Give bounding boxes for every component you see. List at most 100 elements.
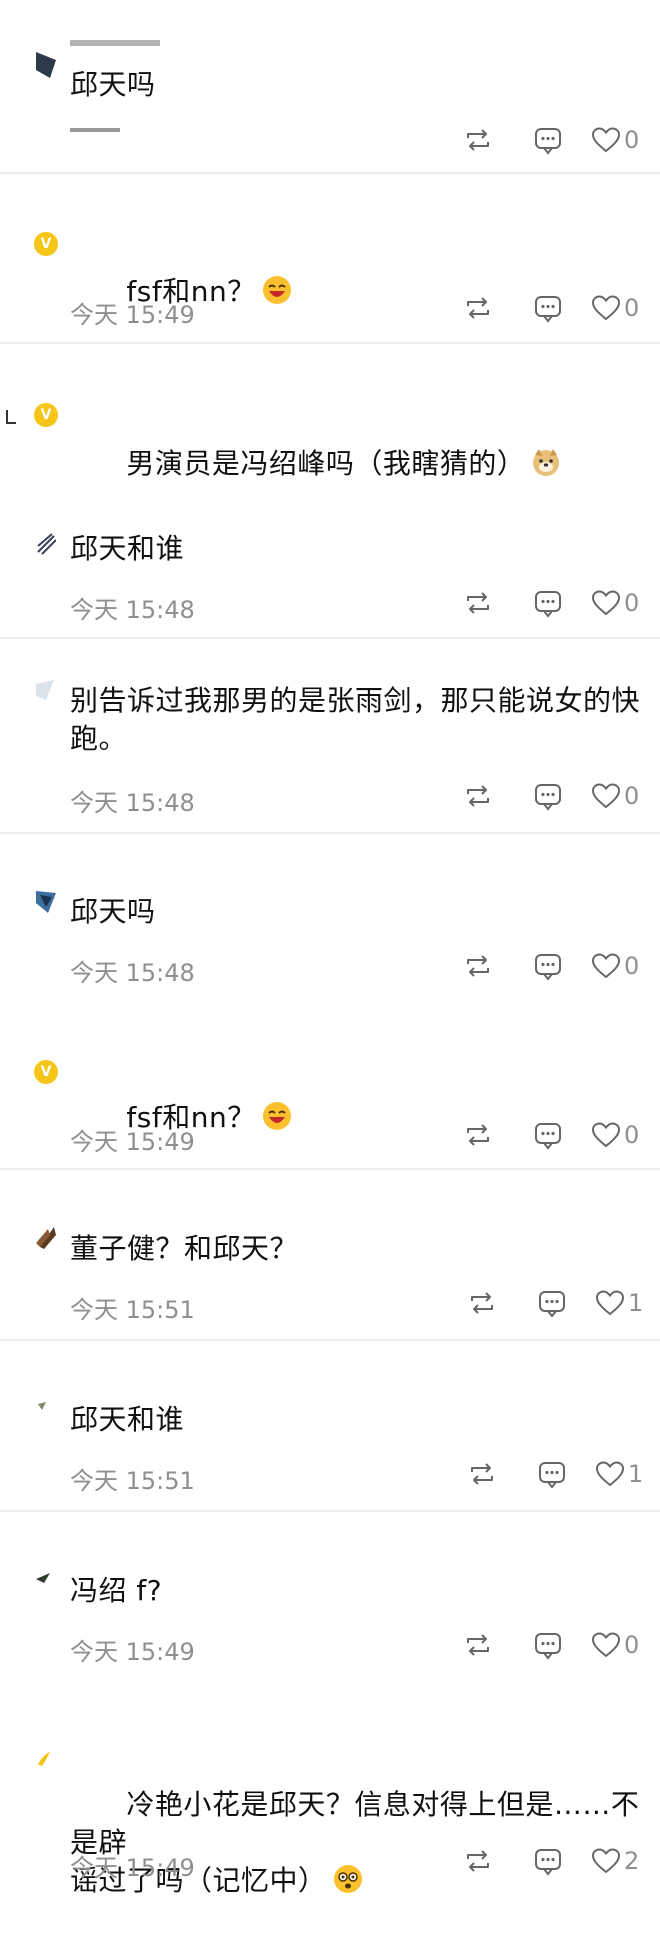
- comment-icon[interactable]: [532, 950, 564, 984]
- comment-item[interactable]: 冷艳小花是邱天？信息对得上但是……不是辟 谣过了吗（记忆中） 今天 15:49 …: [0, 1690, 660, 1897]
- comment-icon[interactable]: [532, 1845, 564, 1879]
- comment-icon[interactable]: [532, 124, 564, 158]
- comment-text: 邱天和谁: [70, 1403, 185, 1436]
- time-fragment: [70, 128, 120, 132]
- divider: [0, 342, 660, 344]
- timestamp: 今天 15:48: [70, 959, 195, 987]
- comment-text: 邱天和谁: [70, 532, 185, 565]
- comment-actions: 0: [462, 1629, 652, 1663]
- timestamp: 今天 15:49: [70, 301, 195, 329]
- repost-icon[interactable]: [466, 1458, 498, 1492]
- comment-item[interactable]: V fsf和nn？ 今天 15:49 0: [0, 1010, 660, 1170]
- avatar[interactable]: V: [34, 403, 58, 427]
- heart-icon[interactable]: [590, 1629, 622, 1663]
- heart-icon[interactable]: [590, 292, 622, 326]
- avatar[interactable]: [36, 1223, 56, 1249]
- comment-icon[interactable]: [532, 292, 564, 326]
- avatar[interactable]: [36, 680, 56, 706]
- avatar[interactable]: [36, 889, 56, 915]
- repost-icon[interactable]: [462, 1119, 494, 1153]
- heart-icon[interactable]: [590, 124, 622, 158]
- comment-item[interactable]: 邱天吗 0: [0, 0, 660, 170]
- repost-icon[interactable]: [462, 1629, 494, 1663]
- timestamp: 今天 15:48: [70, 789, 195, 817]
- heart-icon[interactable]: [590, 587, 622, 621]
- laugh-emoji: [262, 1102, 291, 1130]
- like-count: 1: [628, 1460, 644, 1488]
- repost-icon[interactable]: [462, 950, 494, 984]
- heart-icon[interactable]: [590, 780, 622, 814]
- like-count: 0: [624, 1631, 640, 1659]
- repost-icon[interactable]: [462, 1845, 494, 1879]
- comment-actions: 2: [462, 1845, 652, 1879]
- comment-item[interactable]: 冯绍 f? 今天 15:49 0: [0, 1513, 660, 1683]
- avatar[interactable]: V: [34, 1060, 58, 1084]
- comment-text: 董子健？和邱天？: [70, 1232, 299, 1265]
- comment-actions: 0: [462, 587, 652, 621]
- comment-actions: 1: [466, 1458, 656, 1492]
- heart-icon[interactable]: [594, 1287, 626, 1321]
- comment-item[interactable]: 邱天和谁 今天 15:48 0: [0, 490, 660, 635]
- laugh-emoji: [262, 276, 291, 304]
- comment-icon[interactable]: [536, 1458, 568, 1492]
- timestamp: 今天 15:48: [70, 596, 195, 624]
- like-count: 2: [624, 1847, 640, 1875]
- comment-item[interactable]: 邱天和谁 今天 15:51 1: [0, 1342, 660, 1512]
- heart-icon[interactable]: [594, 1458, 626, 1492]
- divider: [0, 1510, 660, 1512]
- like-count: 1: [628, 1289, 644, 1317]
- comment-actions: 0: [462, 1119, 652, 1153]
- timestamp: 今天 15:51: [70, 1296, 195, 1324]
- repost-icon[interactable]: [462, 780, 494, 814]
- like-count: 0: [624, 294, 640, 322]
- heart-icon[interactable]: [590, 1119, 622, 1153]
- comment-text: 冯绍 f?: [70, 1574, 163, 1607]
- comment-text: 邱天吗: [70, 895, 156, 928]
- comment-actions: 0: [462, 292, 652, 326]
- avatar[interactable]: [36, 1750, 56, 1776]
- like-count: 0: [624, 589, 640, 617]
- comment-actions: 1: [466, 1287, 656, 1321]
- heart-icon[interactable]: [590, 950, 622, 984]
- comment-icon[interactable]: [532, 1119, 564, 1153]
- avatar[interactable]: [36, 52, 56, 78]
- comment-item[interactable]: V fsf和nn？ 今天 15:49 0: [0, 175, 660, 340]
- comment-text: 邱天吗: [70, 68, 156, 101]
- dizzy-emoji: [333, 1865, 362, 1893]
- comment-text: 别告诉过我那男的是张雨剑，那只能说女的快 跑。: [70, 684, 641, 755]
- like-count: 0: [624, 1121, 640, 1149]
- comment-icon[interactable]: [532, 587, 564, 621]
- doge-emoji: [533, 449, 560, 476]
- comment-item[interactable]: V 男演员是冯绍峰吗（我瞎猜的）: [0, 345, 660, 480]
- avatar[interactable]: V: [34, 232, 58, 256]
- username-fragment: [70, 40, 160, 46]
- repost-icon[interactable]: [462, 124, 494, 158]
- divider: [0, 637, 660, 639]
- comment-icon[interactable]: [536, 1287, 568, 1321]
- timestamp: 今天 15:49: [70, 1638, 195, 1666]
- divider: [0, 172, 660, 174]
- comment-text-content: 男演员是冯绍峰吗（我瞎猜的）: [126, 447, 526, 480]
- comment-actions: 0: [462, 950, 652, 984]
- timestamp: 今天 15:49: [70, 1854, 195, 1882]
- comment-actions: 0: [462, 780, 652, 814]
- reply-marker: [6, 410, 16, 424]
- like-count: 0: [624, 782, 640, 810]
- comment-thread: 邱天吗 0 V fsf和nn？ 今天 15:49 0 V 男演员是冯绍峰吗（我瞎…: [0, 0, 660, 1897]
- avatar[interactable]: [36, 1402, 56, 1428]
- avatar[interactable]: [36, 530, 56, 556]
- divider: [0, 832, 660, 834]
- heart-icon[interactable]: [590, 1845, 622, 1879]
- avatar[interactable]: [36, 1573, 56, 1599]
- comment-item[interactable]: 邱天吗 今天 15:48 0: [0, 835, 660, 1000]
- comment-item[interactable]: 别告诉过我那男的是张雨剑，那只能说女的快 跑。 今天 15:48 0: [0, 640, 660, 830]
- divider: [0, 1168, 660, 1170]
- comment-icon[interactable]: [532, 780, 564, 814]
- repost-icon[interactable]: [462, 587, 494, 621]
- comment-text: 冷艳小花是邱天？信息对得上但是……不是辟 谣过了吗（记忆中）: [70, 1748, 640, 1938]
- repost-icon[interactable]: [462, 292, 494, 326]
- repost-icon[interactable]: [466, 1287, 498, 1321]
- comment-text: fsf和nn？: [70, 1061, 640, 1175]
- comment-item[interactable]: 董子健？和邱天？ 今天 15:51 1: [0, 1171, 660, 1341]
- comment-icon[interactable]: [532, 1629, 564, 1663]
